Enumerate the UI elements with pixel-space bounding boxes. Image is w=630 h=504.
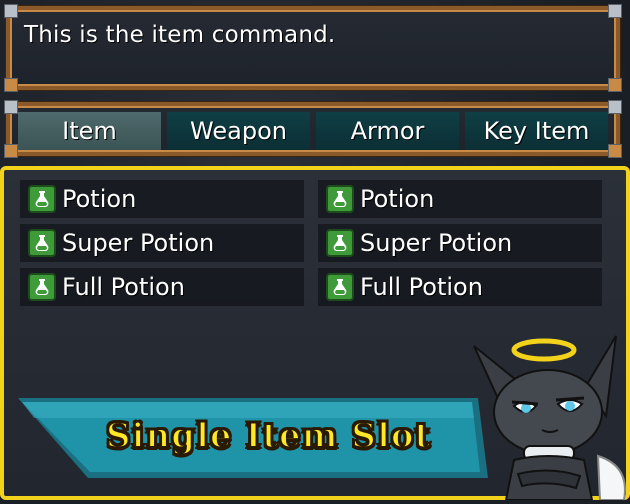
banner-text: Single Item Slot xyxy=(105,415,432,457)
frame-corner xyxy=(4,4,18,18)
item-name: Potion xyxy=(360,185,435,213)
potion-icon xyxy=(326,185,354,213)
item-slot[interactable]: Super Potion xyxy=(318,224,602,262)
category-window: Item Weapon Armor Key Item xyxy=(4,100,622,158)
item-slot[interactable]: Full Potion xyxy=(318,268,602,306)
item-name: Full Potion xyxy=(62,273,185,301)
item-slot[interactable]: Potion xyxy=(318,180,602,218)
tab-item[interactable]: Item xyxy=(18,112,161,150)
potion-icon xyxy=(326,273,354,301)
potion-icon xyxy=(28,273,56,301)
help-text: This is the item command. xyxy=(24,22,336,48)
frame-corner xyxy=(4,100,18,114)
item-slot[interactable]: Full Potion xyxy=(20,268,304,306)
item-slot[interactable]: Super Potion xyxy=(20,224,304,262)
frame-corner xyxy=(608,144,622,158)
title-banner: Single Item Slot xyxy=(18,396,488,480)
potion-icon xyxy=(28,229,56,257)
mascot-character xyxy=(466,326,630,501)
frame-corner xyxy=(608,100,622,114)
item-name: Potion xyxy=(62,185,137,213)
frame-corner xyxy=(4,144,18,158)
potion-icon xyxy=(326,229,354,257)
item-name: Super Potion xyxy=(62,229,215,257)
item-name: Full Potion xyxy=(360,273,483,301)
frame-corner xyxy=(608,4,622,18)
tab-armor[interactable]: Armor xyxy=(316,112,459,150)
item-grid: Potion Potion Super Potion Super Potion … xyxy=(20,180,602,306)
frame-corner xyxy=(4,78,18,92)
potion-icon xyxy=(28,185,56,213)
tab-weapon[interactable]: Weapon xyxy=(167,112,310,150)
item-slot[interactable]: Potion xyxy=(20,180,304,218)
frame-corner xyxy=(608,78,622,92)
help-window: This is the item command. xyxy=(4,4,622,92)
item-name: Super Potion xyxy=(360,229,513,257)
tab-key-item[interactable]: Key Item xyxy=(465,112,608,150)
category-tabs: Item Weapon Armor Key Item xyxy=(18,112,608,150)
